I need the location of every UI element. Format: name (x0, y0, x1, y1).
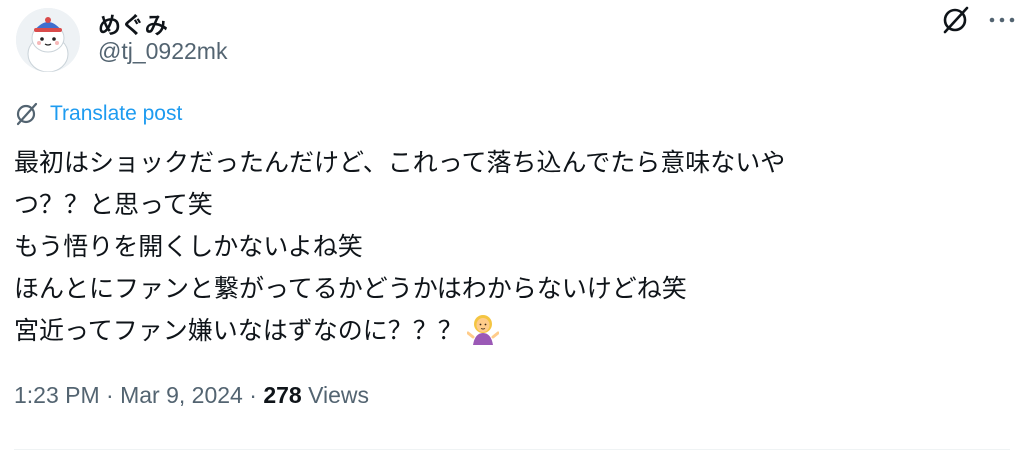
author-name[interactable]: めぐみ (98, 6, 168, 40)
post-line-5: 宮近ってファン嫌いなはずなのに？？？ (14, 316, 463, 345)
woman-shrugging-emoji (466, 313, 500, 358)
divider (14, 449, 1010, 450)
post-text: 最初はショックだったんだけど、これって落ち込んでたら意味ないや つ？？と思って笑… (14, 142, 1014, 358)
avatar-image (16, 8, 80, 72)
post-line-5-wrap: 宮近ってファン嫌いなはずなのに？？？ (14, 310, 1014, 358)
grok-icon[interactable] (940, 4, 972, 36)
views-count[interactable]: 278 (263, 382, 301, 408)
translate-post-link[interactable]: Translate post (14, 101, 182, 127)
meta-separator-2: · (249, 382, 257, 408)
more-icon[interactable] (986, 4, 1018, 36)
post-line-2: つ？？と思って笑 (14, 190, 213, 219)
post-date[interactable]: Mar 9, 2024 (120, 382, 243, 408)
post-line-4: ほんとにファンと繋がってるかどうかはわからないけどね笑 (14, 274, 687, 303)
post-metadata: 1:23 PM · Mar 9, 2024 · 278 Views (14, 382, 369, 409)
post-line-1: 最初はショックだったんだけど、これって落ち込んでたら意味ないや (14, 148, 786, 177)
translate-post-label: Translate post (50, 102, 183, 125)
post-time[interactable]: 1:23 PM (14, 382, 100, 408)
views-label: Views (308, 382, 370, 408)
meta-separator-1: · (106, 382, 114, 408)
post-line-3: もう悟りを開くしかないよね笑 (14, 232, 363, 261)
avatar[interactable] (16, 8, 80, 72)
author-handle[interactable]: @tj_0922mk (98, 38, 227, 65)
grok-translate-icon (16, 102, 38, 126)
